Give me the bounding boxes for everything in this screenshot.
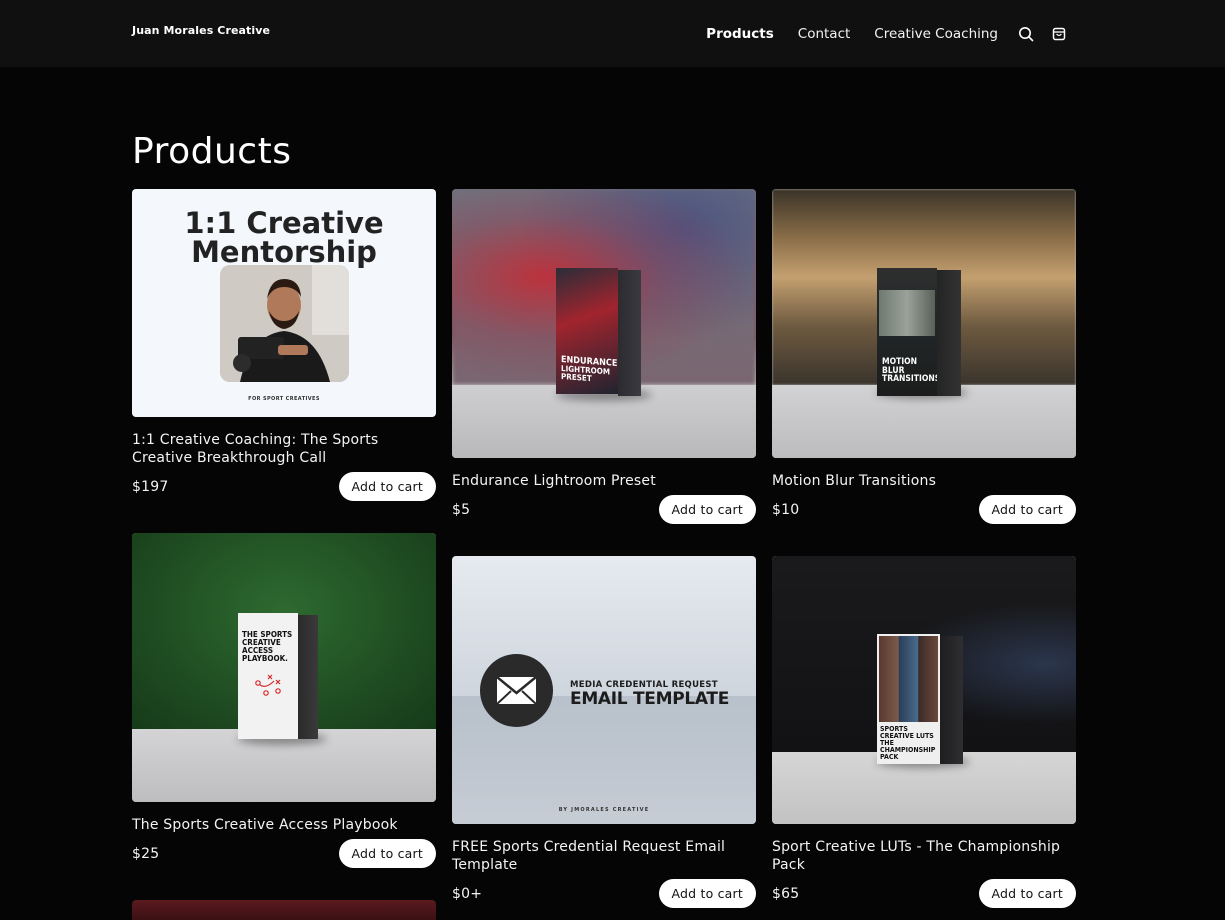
product-price: $65 [772,885,800,902]
search-icon[interactable] [1016,24,1036,44]
product-title[interactable]: The Sports Creative Access Playbook [132,816,432,834]
product-image-access-playbook[interactable]: THE SPORTS CREATIVE ACCESS PLAYBOOK. [132,533,436,802]
product-title[interactable]: Endurance Lightroom Preset [452,472,752,490]
product-price: $197 [132,478,169,495]
product-title[interactable]: Motion Blur Transitions [772,472,1072,490]
price-row: $10 Add to cart [772,495,1076,524]
image-heading: EMAIL TEMPLATE [570,689,730,709]
product-card: SPORTS CREATIVE LUTS THE CHAMPIONSHIP PA… [772,556,1076,908]
product-title[interactable]: FREE Sports Credential Request Email Tem… [452,838,752,874]
price-row: $65 Add to cart [772,879,1076,908]
product-price: $0+ [452,885,483,902]
add-to-cart-button[interactable]: Add to cart [658,879,756,908]
image-footer: BY JMORALES CREATIVE [558,807,650,813]
product-title[interactable]: Sport Creative LUTs - The Championship P… [772,838,1072,874]
price-row: $25 Add to cart [132,839,436,868]
add-to-cart-button[interactable]: Add to cart [338,472,436,501]
image-heading-line1: 1:1 Creative [184,206,384,240]
box-label-line2: TRANSITIONS [882,374,941,384]
add-to-cart-button[interactable]: Add to cart [978,495,1076,524]
price-row: $0+ Add to cart [452,879,756,908]
product-card: ENDURANCE LIGHTROOM PRESET Endurance Lig… [452,189,756,524]
product-image-motion-blur[interactable]: MOTION BLUR TRANSITIONS [772,189,1076,458]
playbook-diagram-icon [255,674,281,696]
product-image-championship-luts[interactable]: SPORTS CREATIVE LUTS THE CHAMPIONSHIP PA… [772,556,1076,824]
main-nav: Products Contact Creative Coaching [706,0,1225,67]
box-label-line2: THE CHAMPIONSHIP PACK [880,739,936,761]
cart-icon[interactable] [1049,24,1069,44]
box-label-line3: PLAYBOOK. [242,654,288,663]
add-to-cart-button[interactable]: Add to cart [658,495,756,524]
nav-products[interactable]: Products [706,26,774,42]
product-price: $25 [132,845,160,862]
price-row: $197 Add to cart [132,472,436,501]
product-image-endurance-preset[interactable]: ENDURANCE LIGHTROOM PRESET [452,189,756,458]
product-image-mentorship[interactable]: 1:1 Creative Mentorship FOR SPORT CREATI… [132,189,436,417]
price-row: $5 Add to cart [452,495,756,524]
product-price: $10 [772,501,800,518]
add-to-cart-button[interactable]: Add to cart [338,839,436,868]
mail-icon [480,654,553,727]
product-image-partial[interactable] [132,900,436,920]
product-title[interactable]: 1:1 Creative Coaching: The Sports Creati… [132,431,432,467]
box-label-line1: SPORTS CREATIVE LUTS [880,725,934,740]
product-card: THE SPORTS CREATIVE ACCESS PLAYBOOK. The… [132,533,436,868]
product-card: MOTION BLUR TRANSITIONS Motion Blur Tran… [772,189,1076,524]
nav-creative-coaching[interactable]: Creative Coaching [874,26,998,42]
product-image-email-template[interactable]: MEDIA CREDENTIAL REQUEST EMAIL TEMPLATE … [452,556,756,824]
product-price: $5 [452,501,471,518]
box-label-line1: MOTION BLUR [882,357,918,376]
image-heading-line2: Mentorship [191,235,377,269]
site-header: Juan Morales Creative Products Contact C… [0,0,1225,67]
portrait-photo [220,265,349,382]
image-footer: FOR SPORT CREATIVES [248,396,320,402]
brand-logo[interactable]: Juan Morales Creative [132,24,270,37]
page-title: Products [132,131,292,172]
box-label-line2: CREATIVE ACCESS [242,638,281,655]
product-card: 1:1 Creative Mentorship FOR SPORT CREATI… [132,189,436,501]
product-card: MEDIA CREDENTIAL REQUEST EMAIL TEMPLATE … [452,556,756,908]
add-to-cart-button[interactable]: Add to cart [978,879,1076,908]
nav-contact[interactable]: Contact [798,26,851,42]
box-label-line2: LIGHTROOM PRESET [561,364,611,384]
